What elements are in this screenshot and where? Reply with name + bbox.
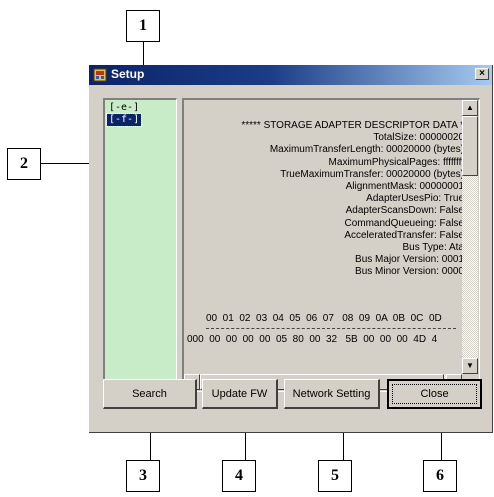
callout-1-leader bbox=[143, 42, 144, 66]
drive-list[interactable]: [-e-] [-f-] bbox=[103, 98, 177, 392]
drive-item-selected[interactable]: [-f-] bbox=[105, 113, 143, 127]
callout-3: 3 bbox=[126, 460, 160, 492]
hex-header: 00 01 02 03 04 05 06 07 08 09 0A 0B 0C 0… bbox=[206, 313, 442, 324]
callout-4: 4 bbox=[222, 460, 256, 492]
hex-separator bbox=[206, 328, 456, 329]
window-title: Setup bbox=[111, 67, 145, 81]
callout-2: 2 bbox=[7, 148, 41, 180]
close-button[interactable]: Close bbox=[387, 379, 482, 409]
descriptor-text: ***** STORAGE ADAPTER DESCRIPTOR DATA * … bbox=[241, 120, 464, 278]
search-button[interactable]: Search bbox=[103, 379, 197, 409]
network-setting-button[interactable]: Network Setting bbox=[284, 379, 380, 409]
callout-5: 5 bbox=[318, 460, 352, 492]
close-icon[interactable]: × bbox=[475, 68, 489, 80]
scroll-up-icon[interactable]: ▲ bbox=[462, 100, 478, 116]
close-button-focus-rect bbox=[392, 384, 477, 404]
vertical-scroll-thumb[interactable] bbox=[462, 116, 478, 176]
setup-window: Setup × [-e-] [-f-] ***** STORAGE ADAPTE… bbox=[89, 65, 493, 433]
app-icon bbox=[93, 68, 107, 82]
callout-1: 1 bbox=[126, 10, 160, 42]
drive-item[interactable]: [-e-] bbox=[107, 102, 141, 114]
vertical-scrollbar[interactable]: ▲ ▼ bbox=[462, 100, 478, 374]
scroll-down-icon[interactable]: ▼ bbox=[462, 358, 478, 374]
hex-row: 000 00 00 00 00 05 80 00 32 5B 00 00 00 … bbox=[187, 334, 438, 345]
descriptor-info-panel[interactable]: ***** STORAGE ADAPTER DESCRIPTOR DATA * … bbox=[182, 98, 480, 392]
title-bar[interactable]: Setup × bbox=[89, 65, 492, 85]
update-fw-button[interactable]: Update FW bbox=[202, 379, 278, 409]
callout-6: 6 bbox=[423, 460, 457, 492]
